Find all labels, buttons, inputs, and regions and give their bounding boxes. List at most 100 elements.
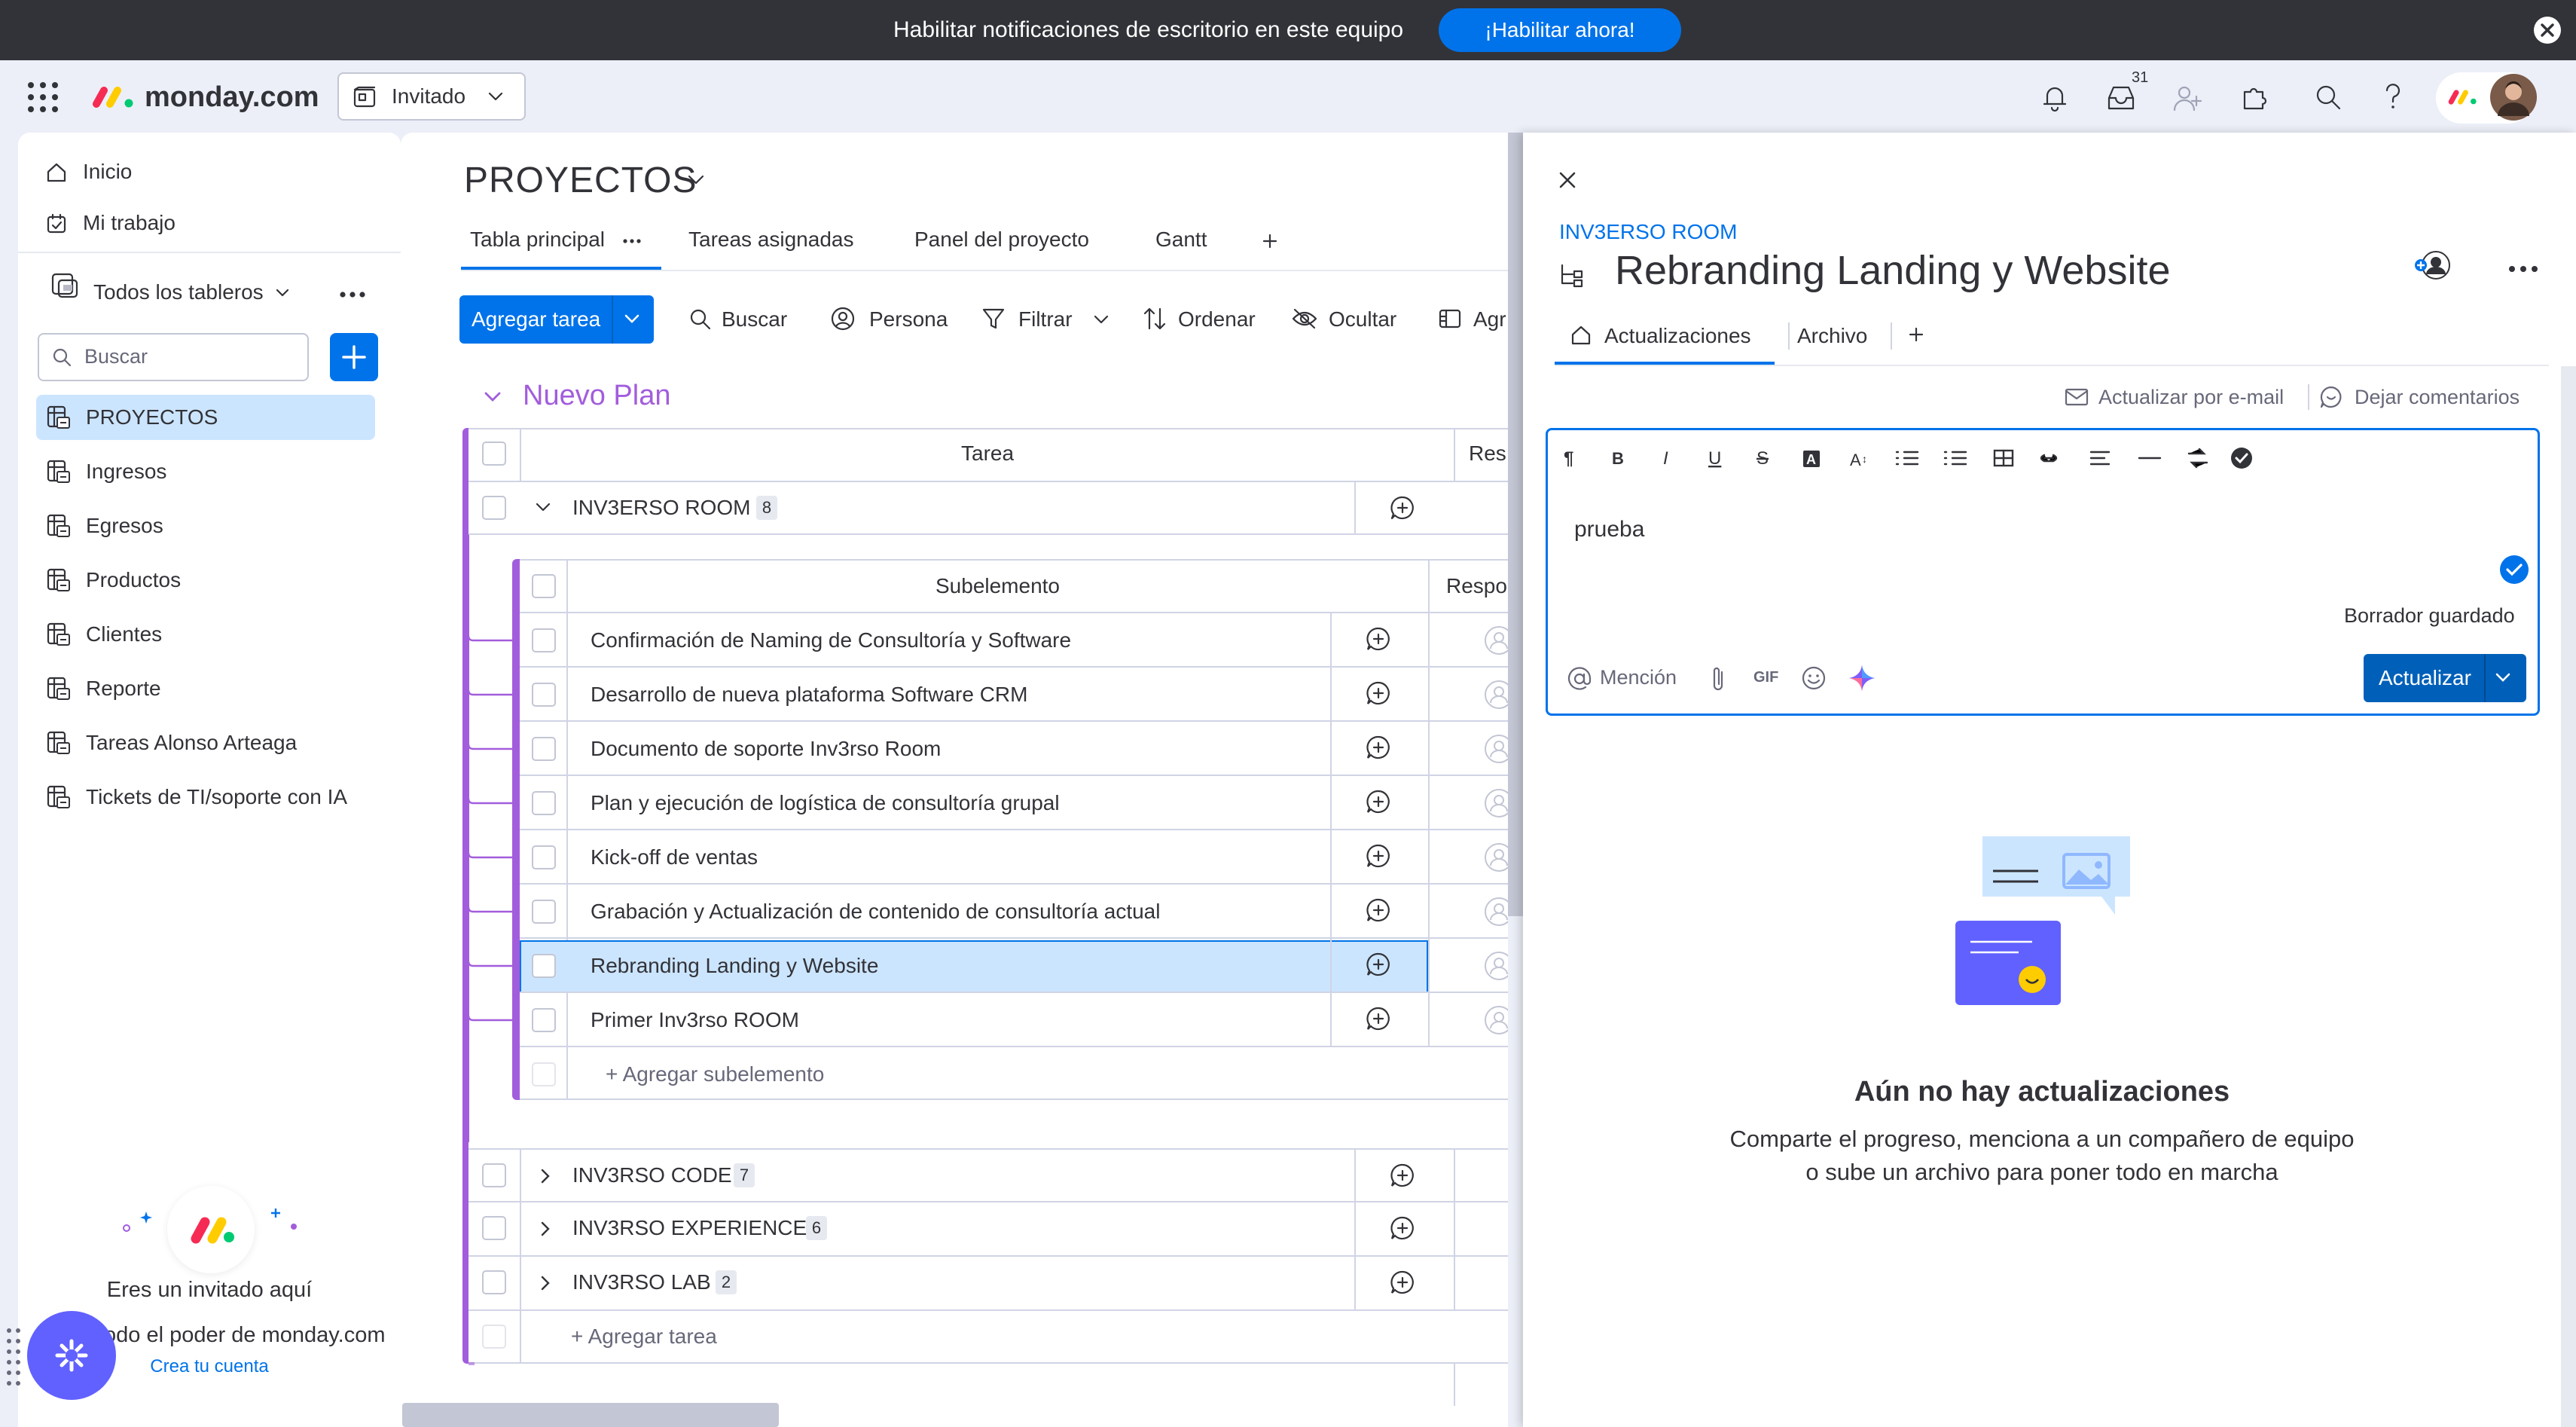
- add-update-icon[interactable]: [1365, 842, 1392, 869]
- row-checkbox[interactable]: [532, 683, 556, 707]
- row-checkbox[interactable]: [532, 954, 556, 978]
- attachment-icon[interactable]: [1708, 665, 1728, 693]
- row-checkbox[interactable]: [532, 737, 556, 761]
- gif-button[interactable]: GIF: [1753, 669, 1778, 686]
- add-item-button[interactable]: + Agregar tarea: [571, 1325, 717, 1349]
- person-filter-button[interactable]: Persona: [869, 307, 948, 332]
- horizontal-scrollbar[interactable]: [402, 1403, 779, 1427]
- invite-member-icon[interactable]: [2172, 83, 2202, 113]
- sidebar-item-my-work[interactable]: Mi trabajo: [18, 200, 375, 246]
- tab-assigned-tasks[interactable]: Tareas asignadas: [688, 228, 853, 252]
- row-checkbox[interactable]: [532, 791, 556, 815]
- subitem-row[interactable]: Grabación y Actualización de contenido d…: [520, 885, 1508, 939]
- sort-button[interactable]: Ordenar: [1178, 307, 1256, 332]
- bell-icon[interactable]: [2041, 83, 2068, 113]
- select-all-subitems-checkbox[interactable]: [532, 574, 556, 598]
- tab-project-panel[interactable]: Panel del proyecto: [914, 228, 1089, 252]
- emoji-icon[interactable]: [1800, 665, 1827, 692]
- subitem-name[interactable]: Kick-off de ventas: [591, 845, 758, 869]
- more-options-icon[interactable]: [2508, 265, 2538, 273]
- more-options-icon[interactable]: [339, 291, 366, 298]
- item-title[interactable]: Rebranding Landing y Website: [1615, 247, 2171, 294]
- collapse-group-icon[interactable]: [482, 389, 503, 405]
- person-avatar-icon[interactable]: [1484, 951, 1508, 981]
- close-notification-icon[interactable]: [2534, 17, 2561, 44]
- subitem-row[interactable]: Primer Inv3rso ROOM: [520, 993, 1508, 1047]
- table-row[interactable]: INV3RSO LAB 2: [469, 1257, 1508, 1311]
- row-checkbox[interactable]: [532, 1008, 556, 1032]
- tab-gantt[interactable]: Gantt: [1155, 228, 1207, 252]
- close-panel-icon[interactable]: [1555, 167, 1580, 193]
- mention-button[interactable]: Mención: [1600, 666, 1677, 689]
- column-header-task[interactable]: Tarea: [961, 442, 1014, 466]
- user-avatar[interactable]: [2490, 74, 2537, 121]
- ai-sparkle-icon[interactable]: [1847, 663, 1877, 693]
- item-name[interactable]: INV3RSO EXPERIENCE: [572, 1216, 807, 1240]
- panel-tab-updates[interactable]: Actualizaciones: [1604, 324, 1751, 348]
- column-header-owner[interactable]: Res: [1469, 442, 1508, 466]
- chevron-right-icon[interactable]: [538, 1273, 553, 1293]
- editor-text[interactable]: prueba: [1574, 517, 1644, 542]
- row-checkbox[interactable]: [482, 496, 506, 520]
- chevron-down-icon[interactable]: [2493, 671, 2513, 686]
- add-view-icon[interactable]: [1259, 231, 1280, 252]
- chevron-down-icon[interactable]: [533, 500, 553, 515]
- subitem-name[interactable]: Confirmación de Naming de Consultoría y …: [591, 628, 1071, 652]
- chevron-right-icon[interactable]: [538, 1219, 553, 1239]
- table-row[interactable]: INV3RSO EXPERIENCE 6: [469, 1202, 1508, 1257]
- add-update-icon[interactable]: [1365, 625, 1392, 652]
- add-update-icon[interactable]: [1365, 680, 1392, 707]
- ai-assistant-button[interactable]: [27, 1311, 116, 1400]
- add-update-icon[interactable]: [1389, 1215, 1416, 1242]
- panel-group-link[interactable]: INV3ERSO ROOM: [1559, 220, 1737, 244]
- sidebar-board-item[interactable]: Ingresos: [36, 449, 375, 494]
- add-subitem-button[interactable]: + Agregar subelemento: [606, 1062, 824, 1086]
- inbox-icon[interactable]: [2106, 84, 2136, 112]
- person-avatar-icon[interactable]: [1484, 680, 1508, 710]
- help-icon[interactable]: [2382, 81, 2404, 112]
- add-update-icon[interactable]: [1365, 897, 1392, 924]
- subitem-name[interactable]: Rebranding Landing y Website: [591, 954, 878, 978]
- person-avatar-icon[interactable]: [1484, 1005, 1508, 1035]
- sidebar-board-item[interactable]: Reporte: [36, 666, 375, 711]
- row-checkbox[interactable]: [482, 1163, 506, 1187]
- subitem-name[interactable]: Grabación y Actualización de contenido d…: [591, 900, 1160, 924]
- sidebar-search-input[interactable]: [38, 333, 309, 381]
- boards-selector[interactable]: Todos los tableros: [93, 280, 264, 304]
- add-update-icon[interactable]: [1389, 1162, 1416, 1189]
- search-button[interactable]: Buscar: [722, 307, 787, 332]
- update-by-email-link[interactable]: Actualizar por e-mail: [2098, 386, 2284, 409]
- subitem-row[interactable]: Plan y ejecución de logística de consult…: [520, 776, 1508, 830]
- add-update-icon[interactable]: [1365, 951, 1392, 978]
- add-update-icon[interactable]: [1365, 734, 1392, 761]
- subitem-row[interactable]: Desarrollo de nueva plataforma Software …: [520, 668, 1508, 722]
- person-avatar-icon[interactable]: [1484, 734, 1508, 764]
- sidebar-board-item[interactable]: Egresos: [36, 503, 375, 548]
- person-avatar-icon[interactable]: [1484, 842, 1508, 872]
- column-header-subitem[interactable]: Subelemento: [935, 574, 1060, 598]
- row-checkbox[interactable]: [532, 628, 556, 652]
- subitem-row[interactable]: Kick-off de ventas: [520, 830, 1508, 885]
- sidebar-board-item[interactable]: Tickets de TI/soporte con IA: [36, 775, 375, 820]
- person-avatar-icon[interactable]: [1484, 897, 1508, 927]
- subitem-name[interactable]: Primer Inv3rso ROOM: [591, 1008, 799, 1032]
- chevron-right-icon[interactable]: [538, 1166, 553, 1186]
- enable-notifications-button[interactable]: ¡Habilitar ahora!: [1439, 8, 1681, 52]
- panel-scrollbar[interactable]: [2561, 366, 2576, 1427]
- select-all-checkbox[interactable]: [482, 442, 506, 466]
- table-row[interactable]: INV3RSO CODE 7: [469, 1148, 1508, 1204]
- add-panel-tab-icon[interactable]: [1906, 324, 1927, 345]
- person-avatar-icon[interactable]: [1484, 788, 1508, 818]
- search-icon[interactable]: [2314, 83, 2343, 112]
- chevron-down-icon[interactable]: [1092, 312, 1110, 327]
- row-checkbox[interactable]: [532, 845, 556, 869]
- subitem-row[interactable]: Documento de soporte Inv3rso Room: [520, 722, 1508, 776]
- sidebar-board-item[interactable]: PROYECTOS: [36, 395, 375, 440]
- item-name[interactable]: INV3ERSO ROOM: [572, 496, 750, 520]
- sidebar-board-item[interactable]: Tareas Alonso Arteaga: [36, 720, 375, 765]
- group-by-button[interactable]: Agr: [1473, 307, 1508, 332]
- hide-columns-button[interactable]: Ocultar: [1329, 307, 1396, 332]
- tab-main-table[interactable]: Tabla principal: [470, 228, 605, 252]
- row-checkbox[interactable]: [482, 1270, 506, 1294]
- add-board-button[interactable]: [330, 333, 378, 381]
